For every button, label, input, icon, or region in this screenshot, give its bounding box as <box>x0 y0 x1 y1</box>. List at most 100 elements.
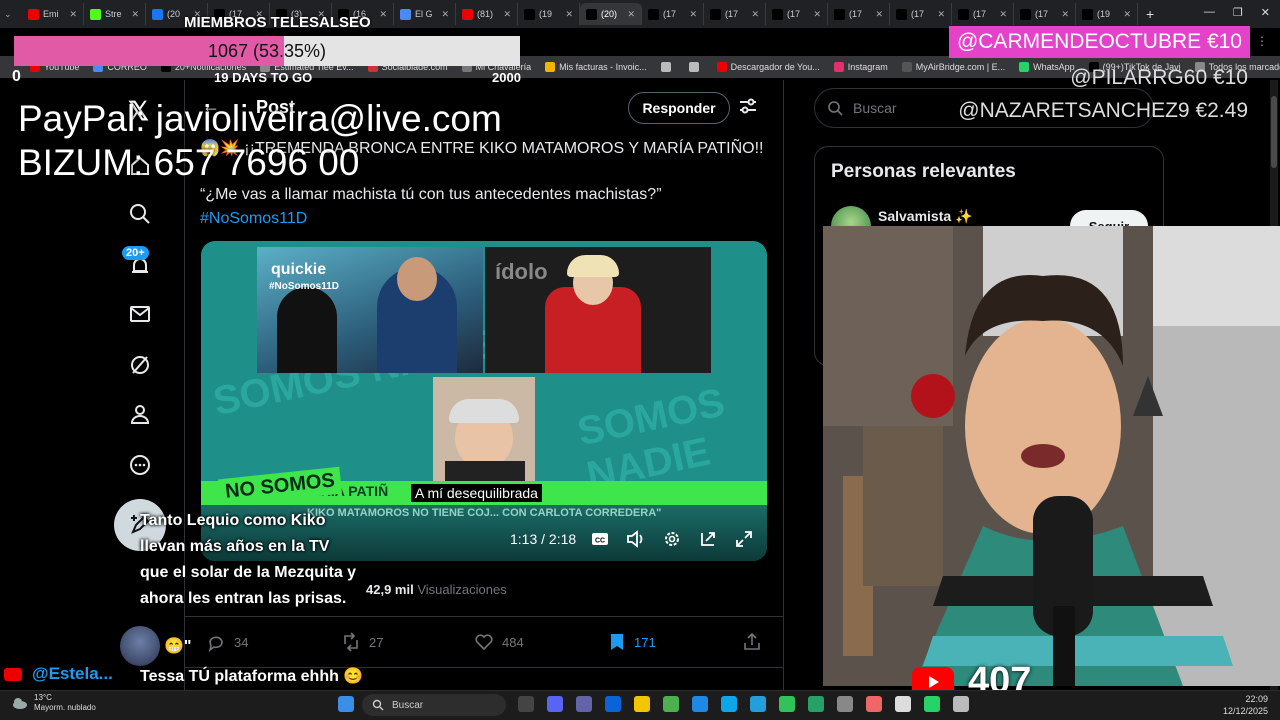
browser-tab[interactable]: (81) ✕ <box>456 3 518 25</box>
taskbar-app-icon[interactable] <box>721 696 737 712</box>
taskbar-app-icon[interactable] <box>605 696 621 712</box>
bookmark-item[interactable]: Instagram <box>833 62 888 72</box>
taskbar-app-icon[interactable] <box>634 696 650 712</box>
fullscreen-icon[interactable] <box>735 530 755 550</box>
tab-search-icon[interactable]: ⌄ <box>4 9 22 20</box>
views-count: 42,9 mil <box>366 582 414 597</box>
bookmark-item[interactable]: MyAirBridge.com | E... <box>901 62 1006 72</box>
window-controls: — ❐ ✕ <box>1204 6 1270 19</box>
grok-icon[interactable] <box>124 349 156 381</box>
tab-label: (17 <box>911 9 925 19</box>
tab-close-icon[interactable]: ✕ <box>131 9 139 20</box>
share-action[interactable] <box>742 632 762 652</box>
tweet-hashtag[interactable]: #NoSomos11D <box>200 210 307 228</box>
taskbar-search[interactable]: Buscar <box>362 694 506 716</box>
bookmark-item[interactable] <box>688 62 703 72</box>
filter-settings-icon[interactable] <box>738 96 758 121</box>
browser-tab[interactable]: (17 ✕ <box>890 3 952 25</box>
taskbar-app-icon[interactable] <box>924 696 940 712</box>
bookmark-action[interactable]: 171 <box>608 632 656 652</box>
reply-action[interactable]: 34 <box>206 632 248 652</box>
new-tab-button[interactable]: + <box>1146 6 1154 22</box>
video-subtitle: A mí desequilibrada <box>411 484 542 502</box>
video-time: 1:13 / 2:18 <box>510 531 577 547</box>
bookmark-favicon-icon <box>901 62 912 72</box>
taskbar-app-icon[interactable] <box>576 696 592 712</box>
tab-close-icon[interactable]: ✕ <box>937 9 945 20</box>
browser-tab[interactable]: (17 ✕ <box>642 3 704 25</box>
windows-start-icon[interactable] <box>338 696 354 712</box>
tab-close-icon[interactable]: ✕ <box>69 9 77 20</box>
clock[interactable]: 22:09 12/12/2025 <box>1223 693 1268 717</box>
scrollbar-thumb[interactable] <box>1271 96 1277 168</box>
taskbar-app-icon[interactable] <box>779 696 795 712</box>
bookmark-item[interactable]: Descargador de You... <box>716 62 820 72</box>
browser-tab[interactable]: Stre ✕ <box>84 3 146 25</box>
explore-search-icon[interactable] <box>124 198 156 230</box>
tab-favicon-icon <box>648 8 659 20</box>
weather-temp: 13°C <box>34 693 52 702</box>
picture-in-picture-icon[interactable] <box>699 530 719 550</box>
like-action[interactable]: 484 <box>474 632 524 652</box>
weather-widget[interactable]: 13°C Mayorm. nublado <box>12 693 96 713</box>
relevant-user-name[interactable]: Salvamista ✨ <box>878 208 972 225</box>
tab-label: (19 <box>539 9 553 19</box>
browser-tab[interactable]: El G ✕ <box>394 3 456 25</box>
taskbar-app-icon[interactable] <box>518 696 534 712</box>
tab-close-icon[interactable]: ✕ <box>379 9 387 20</box>
taskbar-app-icon[interactable] <box>808 696 824 712</box>
captions-icon[interactable]: CC <box>591 530 611 550</box>
bookmark-item[interactable] <box>660 62 675 72</box>
tweet-quote: “¿Me vas a llamar machista tú con tus an… <box>200 186 662 203</box>
taskbar-app-icon[interactable] <box>663 696 679 712</box>
tab-close-icon[interactable]: ✕ <box>751 9 759 20</box>
browser-tab[interactable]: (17 ✕ <box>828 3 890 25</box>
browser-tab[interactable]: Emi ✕ <box>22 3 84 25</box>
browser-tab[interactable]: (17 ✕ <box>766 3 828 25</box>
goal-progress-bar: 1067 (53.35%) <box>14 36 520 66</box>
bookmark-icon <box>611 634 623 650</box>
tab-close-icon[interactable]: ✕ <box>565 9 573 20</box>
repost-action[interactable]: 27 <box>341 632 383 652</box>
tab-close-icon[interactable]: ✕ <box>1061 9 1069 20</box>
tab-close-icon[interactable]: ✕ <box>1123 9 1131 20</box>
messages-icon[interactable] <box>124 298 156 330</box>
browser-tab[interactable]: (20) ✕ <box>580 3 642 25</box>
taskbar-app-icon[interactable] <box>692 696 708 712</box>
tab-close-icon[interactable]: ✕ <box>999 9 1007 20</box>
taskbar-app-icon[interactable] <box>895 696 911 712</box>
tab-close-icon[interactable]: ✕ <box>875 9 883 20</box>
share-icon <box>744 632 760 650</box>
bookmark-favicon-icon <box>545 62 556 72</box>
close-window-icon[interactable]: ✕ <box>1261 6 1270 19</box>
browser-tab[interactable]: (19 ✕ <box>518 3 580 25</box>
tab-favicon-icon <box>28 8 39 20</box>
bookmark-item[interactable]: WhatsApp <box>1019 62 1075 72</box>
taskbar-app-icon[interactable] <box>837 696 853 712</box>
taskbar-app-icon[interactable] <box>547 696 563 712</box>
maximize-icon[interactable]: ❐ <box>1233 6 1243 19</box>
profile-icon[interactable] <box>124 398 156 430</box>
minimize-icon[interactable]: — <box>1204 6 1215 19</box>
tab-close-icon[interactable]: ✕ <box>441 9 449 20</box>
browser-tab[interactable]: (17 ✕ <box>1014 3 1076 25</box>
more-options-icon[interactable] <box>124 449 156 481</box>
webcam-image <box>823 226 1280 686</box>
browser-tab[interactable]: (19 ✕ <box>1076 3 1138 25</box>
tab-favicon-icon <box>586 8 597 20</box>
settings-gear-icon[interactable] <box>663 530 683 550</box>
reply-button[interactable]: Responder <box>628 92 730 124</box>
taskbar-app-icon[interactable] <box>866 696 882 712</box>
close-icon[interactable]: ⋮ <box>1256 34 1268 48</box>
taskbar-app-icon[interactable] <box>750 696 766 712</box>
browser-tab[interactable]: (17 ✕ <box>704 3 766 25</box>
volume-icon[interactable] <box>626 530 646 550</box>
browser-tab[interactable]: (17 ✕ <box>952 3 1014 25</box>
tab-close-icon[interactable]: ✕ <box>689 9 697 20</box>
bookmark-item[interactable]: Mis facturas - Invoic... <box>545 62 647 72</box>
taskbar-app-icon[interactable] <box>953 696 969 712</box>
tab-close-icon[interactable]: ✕ <box>813 9 821 20</box>
bookmark-label: MyAirBridge.com | E... <box>915 62 1006 72</box>
tab-close-icon[interactable]: ✕ <box>627 9 635 20</box>
tab-close-icon[interactable]: ✕ <box>503 9 511 20</box>
